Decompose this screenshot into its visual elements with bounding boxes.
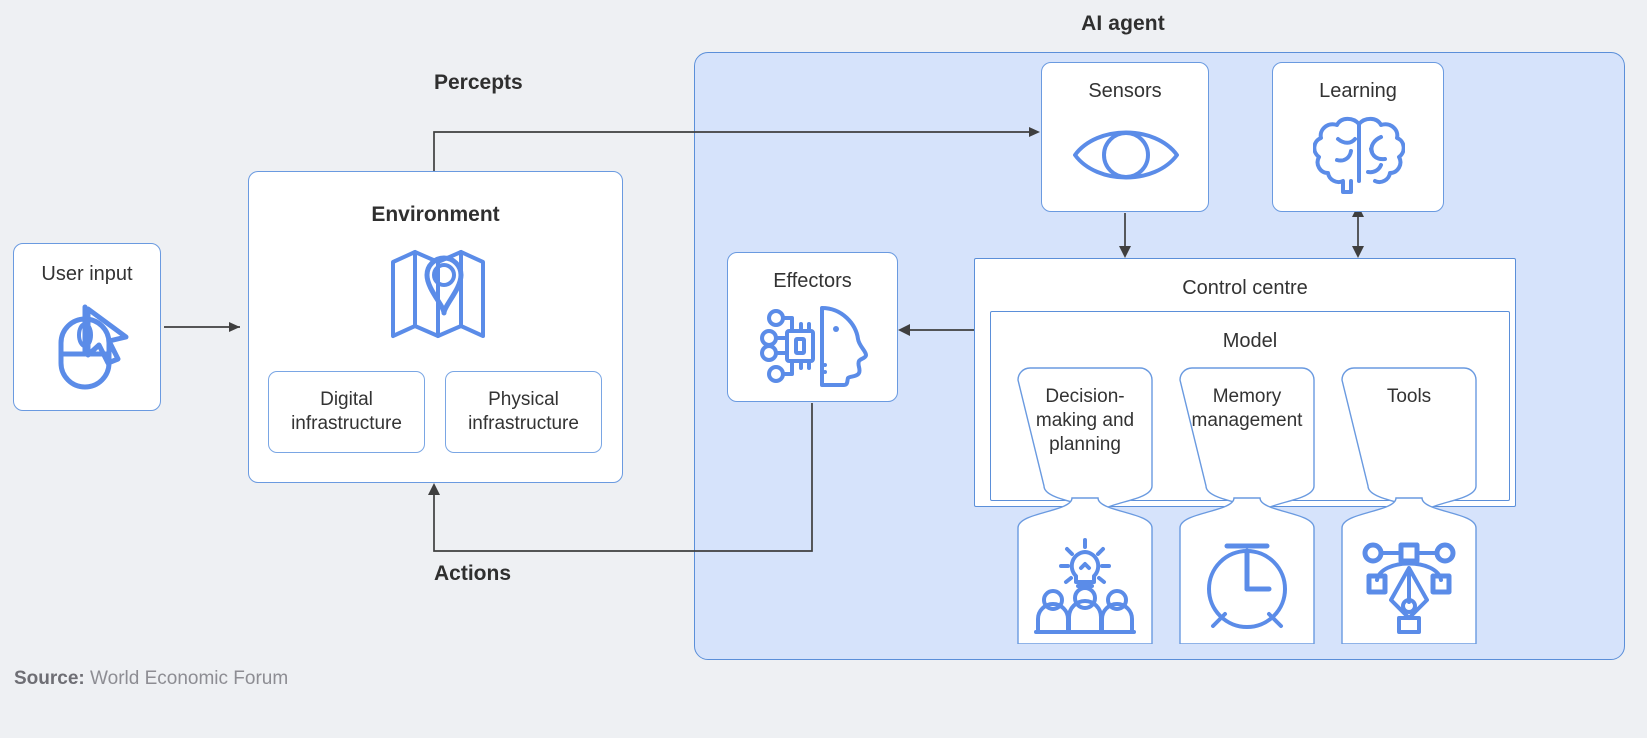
source-prefix: Source: (14, 668, 85, 689)
physical-infrastructure-label: Physical infrastructure (468, 389, 579, 434)
pen-nib-nodes-icon (1362, 542, 1456, 634)
effectors-card[interactable]: Effectors (727, 252, 898, 402)
environment-label: Environment (371, 203, 500, 226)
map-pin-icon (391, 250, 485, 338)
source-name: World Economic Forum (90, 668, 289, 689)
model-component-tools[interactable]: Tools (1340, 366, 1478, 644)
eye-icon (1073, 130, 1179, 180)
user-input-card[interactable]: User input (13, 243, 161, 411)
model-component-memory-management[interactable]: Memory management (1178, 366, 1316, 644)
environment-card[interactable]: Environment Digital infrastructure Physi… (248, 171, 623, 483)
learning-label: Learning (1319, 80, 1397, 102)
diagram-canvas: AI agent User input Environment Digital … (0, 0, 1647, 738)
user-input-label: User input (41, 263, 133, 285)
digital-infrastructure-label: Digital infrastructure (291, 389, 402, 434)
actions-label: Actions (434, 562, 512, 585)
model-component-decision-making[interactable]: Decision-making and planning (1016, 366, 1154, 644)
source-attribution: Source: World Economic Forum (14, 668, 288, 690)
physical-infrastructure-box[interactable]: Physical infrastructure (445, 371, 602, 453)
arrow-user-input-to-environment (164, 322, 240, 332)
ai-head-chip-icon (760, 306, 868, 387)
brain-icon (1313, 116, 1405, 194)
learning-card[interactable]: Learning (1272, 62, 1444, 212)
effectors-label: Effectors (773, 270, 852, 292)
digital-infrastructure-box[interactable]: Digital infrastructure (268, 371, 425, 453)
alarm-clock-icon (1207, 543, 1287, 629)
percepts-label: Percepts (434, 71, 523, 94)
model-label: Model (1222, 330, 1278, 352)
lightbulb-people-icon (1034, 538, 1136, 634)
sensors-card[interactable]: Sensors (1041, 62, 1209, 212)
sensors-label: Sensors (1088, 80, 1162, 102)
ai-agent-title: AI agent (1081, 12, 1165, 35)
mouse-cursor-icon (58, 304, 129, 390)
control-centre-label: Control centre (1182, 277, 1308, 299)
